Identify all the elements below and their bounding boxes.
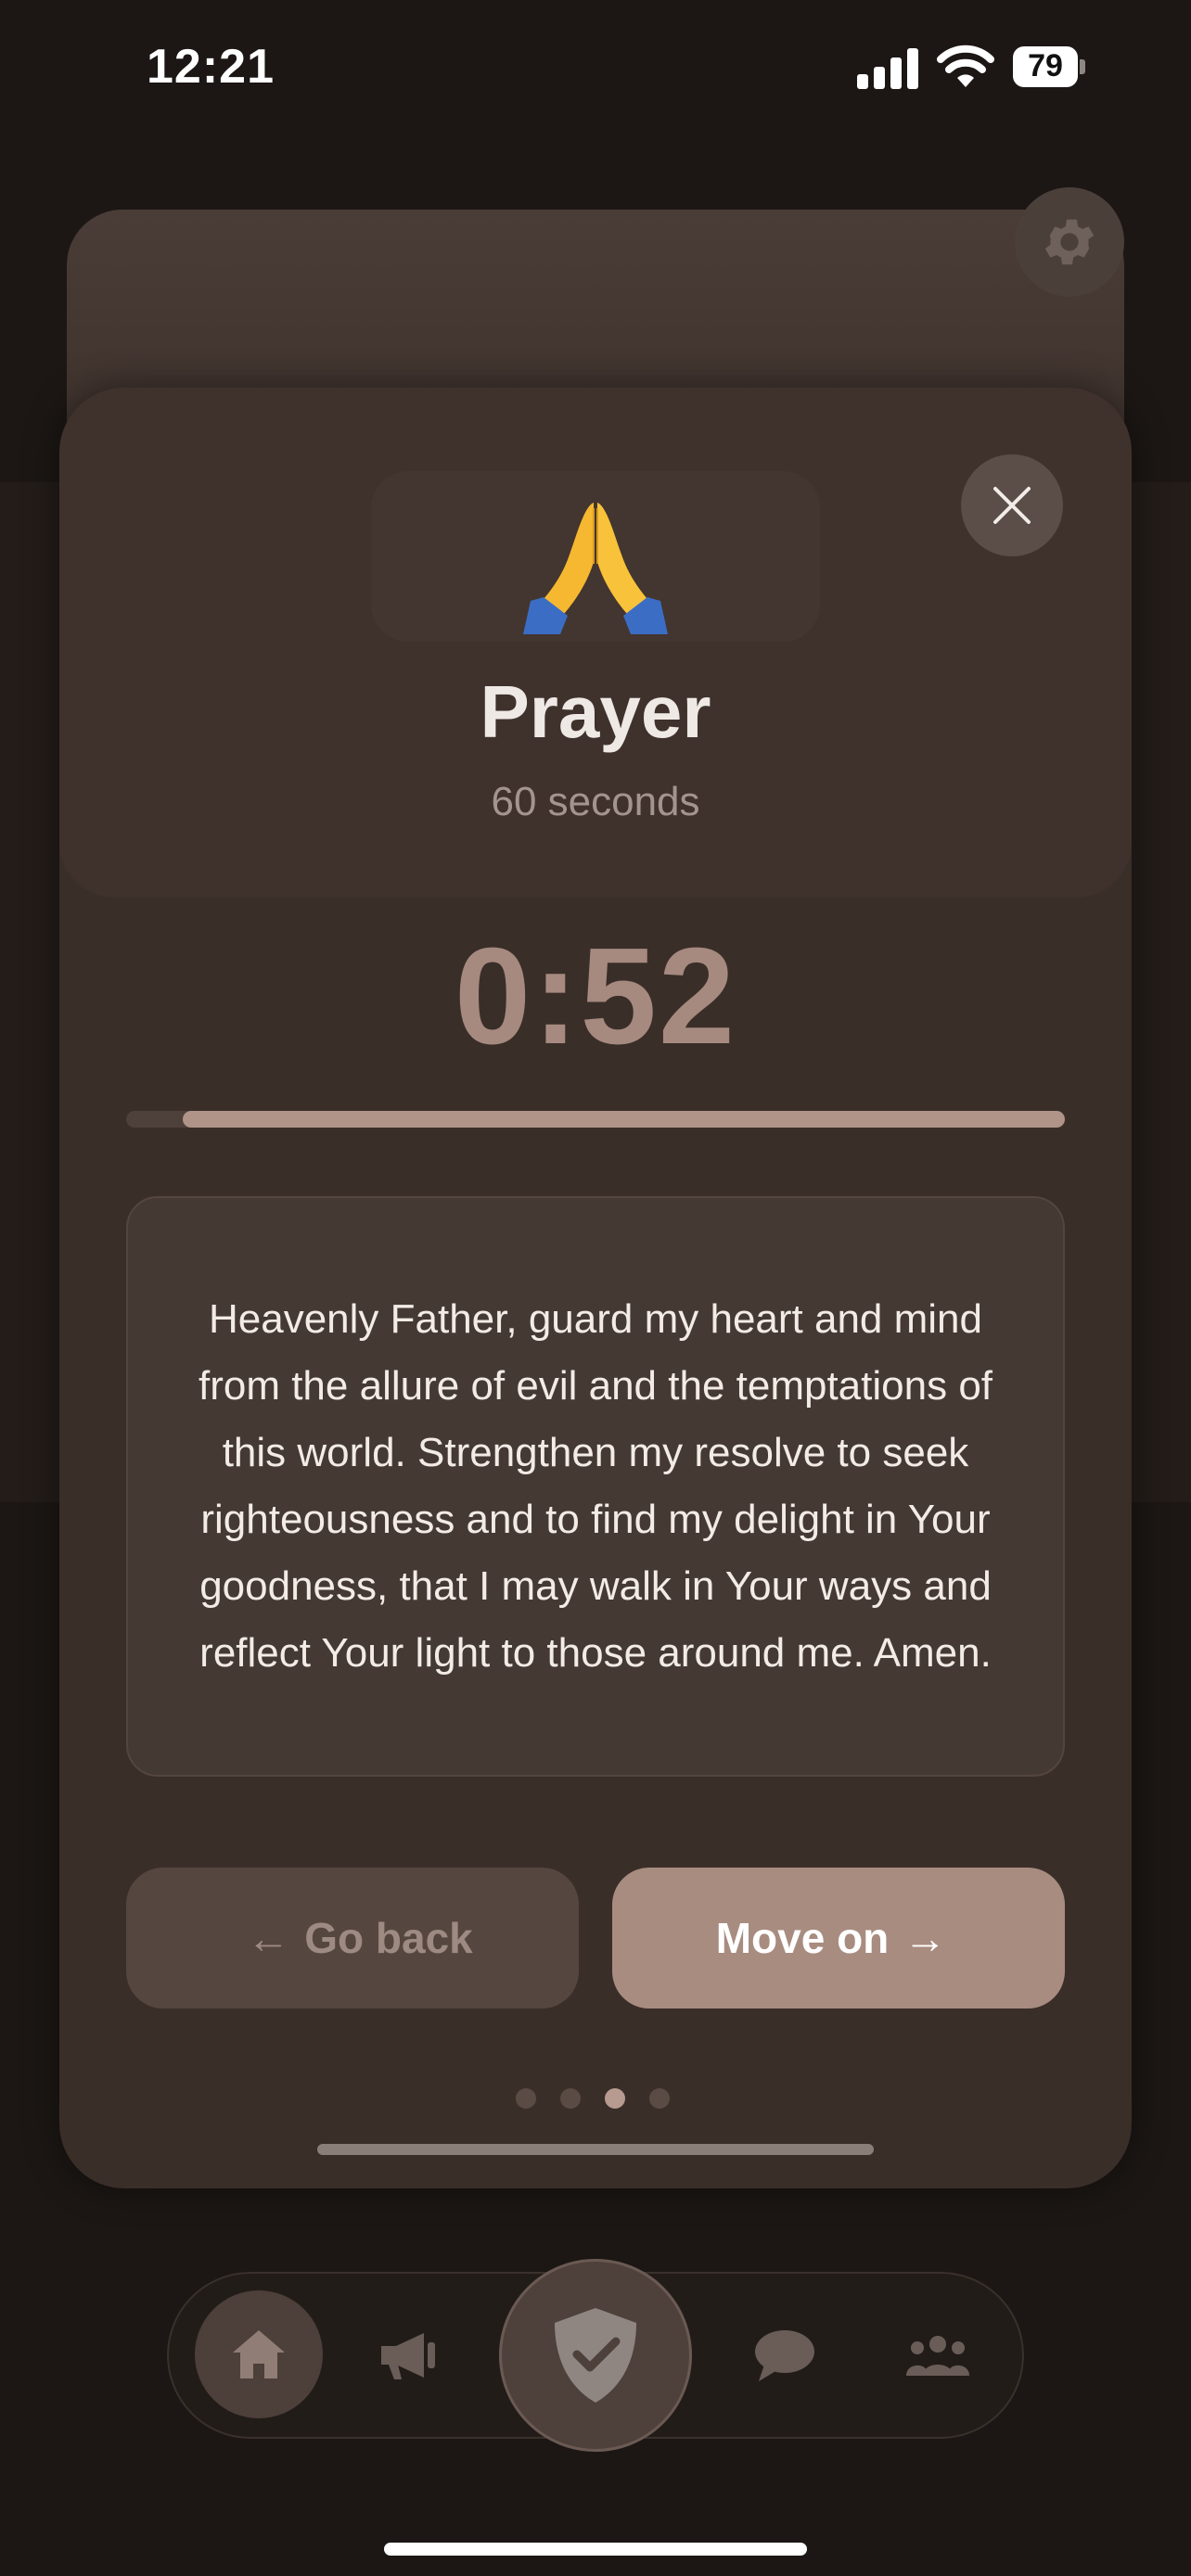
pagination-dot	[560, 2088, 581, 2109]
battery-level: 79	[1028, 48, 1063, 83]
tab-chat[interactable]	[748, 2318, 822, 2392]
move-on-button[interactable]: Move on →	[612, 1868, 1065, 2009]
countdown-timer: 0:52	[454, 920, 737, 1073]
pagination-dot	[605, 2088, 625, 2109]
close-button[interactable]	[961, 454, 1063, 556]
home-icon	[233, 2330, 285, 2378]
tab-community[interactable]	[896, 2318, 980, 2392]
megaphone-icon	[381, 2333, 435, 2379]
tab-protection[interactable]	[499, 2259, 692, 2452]
cellular-signal-icon	[857, 48, 920, 89]
pagination-dot	[516, 2088, 536, 2109]
status-bar: 12:21 79	[0, 0, 1191, 139]
sheet-grabber[interactable]	[317, 2144, 874, 2155]
home-indicator[interactable]	[384, 2543, 807, 2556]
pagination-dots	[516, 2088, 675, 2111]
shield-check-icon	[555, 2308, 636, 2403]
pagination-dot	[649, 2088, 670, 2109]
gear-icon	[1044, 219, 1095, 265]
activity-title: Prayer	[480, 670, 711, 753]
progress-bar	[126, 1111, 1065, 1128]
go-back-label: Go back	[304, 1914, 473, 1962]
wifi-icon	[937, 45, 994, 87]
tab-announcements[interactable]	[371, 2318, 445, 2392]
chat-bubble-icon	[755, 2330, 814, 2381]
progress-bar-fill	[182, 1111, 1065, 1128]
arrow-right-icon: →	[903, 1914, 947, 1962]
settings-button[interactable]	[1015, 187, 1124, 297]
tab-home[interactable]	[195, 2290, 323, 2418]
go-back-button[interactable]: ← Go back	[126, 1868, 579, 2009]
close-icon	[993, 487, 1031, 524]
battery-icon: 79	[1013, 46, 1085, 89]
prayer-text-box: Heavenly Father, guard my heart and mind…	[126, 1196, 1065, 1777]
status-time: 12:21	[147, 40, 275, 94]
community-icon	[906, 2336, 969, 2376]
arrow-left-icon: ←	[247, 1914, 290, 1962]
move-on-label: Move on	[715, 1914, 890, 1962]
praying-hands-icon	[523, 503, 668, 634]
prayer-text: Heavenly Father, guard my heart and mind…	[198, 1296, 993, 1676]
activity-duration: 60 seconds	[491, 779, 700, 824]
